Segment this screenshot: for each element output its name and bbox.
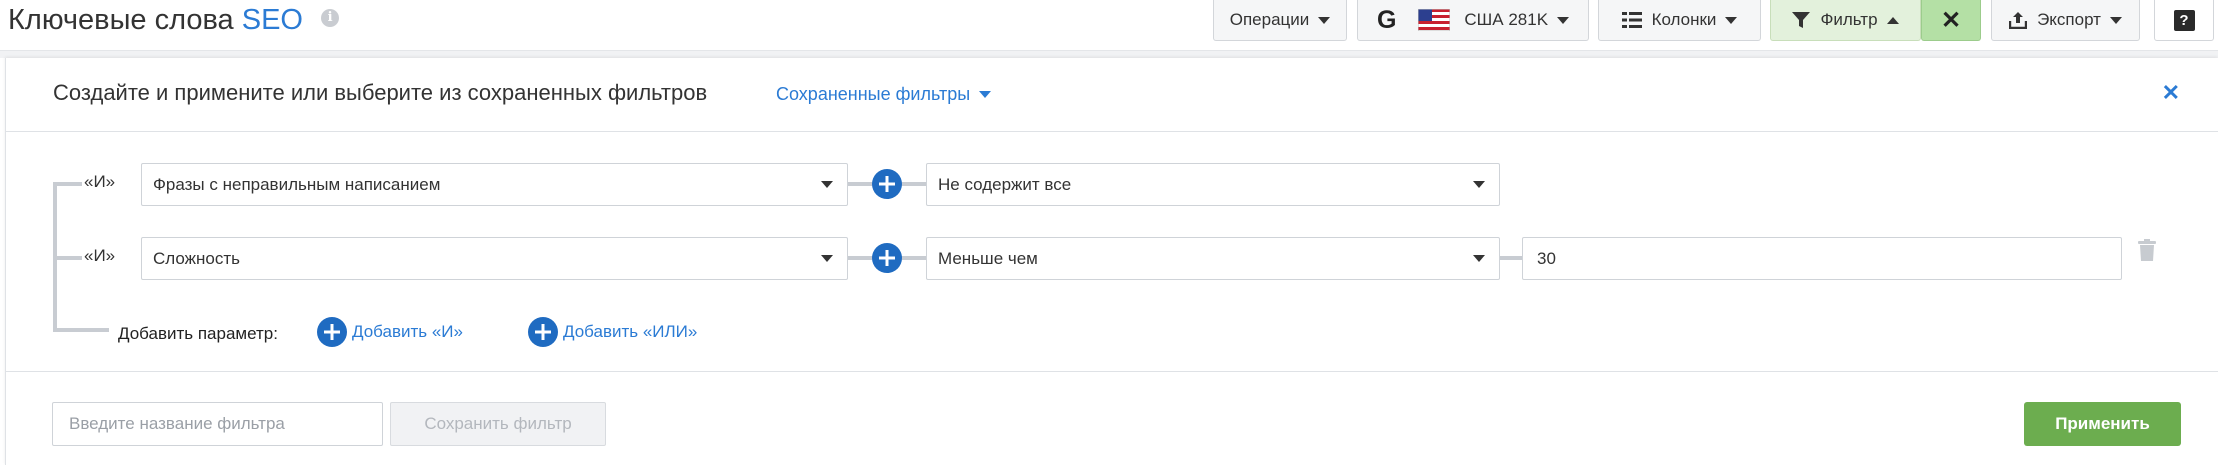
rule-operator-value: Не содержит все [938,174,1072,194]
columns-button[interactable]: Колонки [1598,0,1761,41]
operations-label: Операции [1229,10,1310,29]
filter-panel-title: Создайте и примените или выберите из сох… [53,80,708,105]
filter-panel: Создайте и примените или выберите из сох… [5,58,2218,465]
rule-logic-label: «И» [84,172,116,191]
rule-field-select[interactable]: Сложность [141,237,848,280]
close-icon: ✕ [1940,6,1962,34]
rule-tree-branch [53,182,82,186]
rule-operator-select[interactable]: Не содержит все [926,163,1500,206]
columns-label: Колонки [1651,10,1717,29]
google-icon: G [1376,5,1397,34]
filter-toggle-button[interactable]: Фильтр [1770,0,1921,41]
page-title-accent: SEO [241,4,303,36]
caret-down-icon [2109,16,2122,24]
filter-panel-footer: Сохранить фильтр Применить [6,371,2218,465]
database-selector[interactable]: G США 281K [1357,0,1589,41]
filter-icon [1792,12,1811,28]
caret-down-icon [979,91,992,98]
rule-field-select[interactable]: Фразы с неправильным написанием [141,163,848,206]
filter-label: Фильтр [1820,10,1878,29]
columns-icon [1621,12,1642,28]
rule-value-input[interactable]: 30 [1522,237,2122,280]
plus-circle-icon [528,317,558,347]
help-icon: ? [2173,9,2195,31]
us-flag-icon [1418,9,1451,31]
caret-down-icon [1473,181,1485,188]
plus-circle-icon[interactable] [872,243,902,273]
help-button[interactable]: ? [2154,0,2214,41]
add-or-label: Добавить «ИЛИ» [563,322,698,341]
add-or-button[interactable]: Добавить «ИЛИ» [528,317,697,347]
top-bar: Ключевые слова SEO i Операции G США 281K… [0,0,2218,50]
add-param-label: Добавить параметр: [118,324,278,343]
caret-down-icon [1473,255,1485,262]
caret-down-icon [821,255,833,262]
export-icon [2009,12,2028,29]
caret-down-icon [1557,16,1570,24]
plus-circle-icon[interactable] [872,169,902,199]
clear-filter-button[interactable]: ✕ [1921,0,1981,41]
plus-circle-icon [317,317,347,347]
database-label: США 281K [1464,10,1549,29]
add-and-button[interactable]: Добавить «И» [317,317,463,347]
rule-field-value: Сложность [153,248,241,268]
caret-down-icon [1725,16,1738,24]
info-icon[interactable]: i [321,9,340,28]
apply-button[interactable]: Применить [2024,402,2181,446]
caret-down-icon [821,181,833,188]
rule-connector [1500,256,1524,260]
rule-tree-branch [53,328,109,332]
trash-icon[interactable] [2138,239,2156,261]
table-header-strip [0,50,2218,58]
caret-up-icon [1886,16,1899,24]
operations-button[interactable]: Операции [1213,0,1347,41]
page-title: Ключевые слова SEO i [8,2,340,38]
export-button[interactable]: Экспорт [1991,0,2140,41]
filter-panel-header: Создайте и примените или выберите из сох… [6,58,2218,132]
caret-down-icon [1318,16,1331,24]
export-label: Экспорт [2037,10,2101,29]
rule-operator-select[interactable]: Меньше чем [926,237,1500,280]
filter-name-input[interactable] [52,402,383,446]
add-and-label: Добавить «И» [352,322,463,341]
rule-tree-branch [53,256,82,260]
close-icon[interactable]: ✕ [2162,80,2180,106]
rule-logic-label: «И» [84,246,116,265]
saved-filters-label: Сохраненные фильтры [776,84,971,104]
rule-field-value: Фразы с неправильным написанием [153,174,441,194]
rule-value-text: 30 [1537,248,1556,268]
page-title-main: Ключевые слова [8,4,234,36]
saved-filters-dropdown[interactable]: Сохраненные фильтры [776,84,992,105]
save-filter-button[interactable]: Сохранить фильтр [390,402,606,446]
rule-operator-value: Меньше чем [938,248,1038,268]
